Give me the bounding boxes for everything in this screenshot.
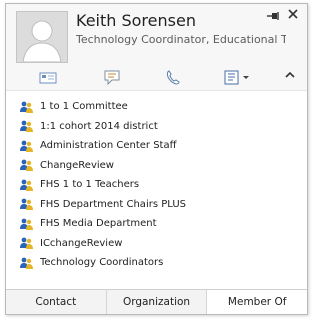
contact-card-icon[interactable] <box>224 70 252 86</box>
chat-icon[interactable] <box>104 70 120 86</box>
group-icon <box>20 179 33 191</box>
card-header: Keith Sorensen Technology Coordinator, E… <box>6 4 307 67</box>
tab-contact[interactable]: Contact <box>6 290 107 314</box>
avatar[interactable] <box>16 11 68 63</box>
group-icon <box>20 140 33 152</box>
group-icon <box>20 159 33 172</box>
pin-icon[interactable] <box>267 10 280 24</box>
chevron-up-icon[interactable] <box>285 69 295 82</box>
list-item[interactable]: FHS 1 to 1 Teachers <box>20 175 186 195</box>
list-item[interactable]: Administration Center Staff <box>20 136 186 156</box>
group-name: FHS 1 to 1 Teachers <box>40 179 140 191</box>
group-name: FHS Media Department <box>40 218 157 230</box>
email-icon[interactable] <box>39 70 57 86</box>
tab-member-of[interactable]: Member Of <box>207 290 308 314</box>
list-item[interactable]: ChangeReview <box>20 156 186 176</box>
group-icon <box>20 120 33 133</box>
list-item[interactable]: Technology Coordinators <box>20 253 186 273</box>
person-silhouette-icon <box>17 12 67 62</box>
group-name: Administration Center Staff <box>40 140 177 152</box>
contact-name: Keith Sorensen <box>76 11 196 30</box>
group-name: 1 to 1 Committee <box>40 101 128 113</box>
group-icon <box>20 101 33 113</box>
tab-organization[interactable]: Organization <box>107 290 208 314</box>
tab-bar: Contact Organization Member Of <box>6 289 308 314</box>
member-of-list: 1 to 1 Committee 1:1 cohort 2014 distric… <box>20 97 186 273</box>
list-item[interactable]: ICchangeReview <box>20 234 186 254</box>
group-icon <box>20 237 33 250</box>
group-name: FHS Department Chairs PLUS <box>40 198 186 210</box>
group-name: ICchangeReview <box>40 237 123 249</box>
close-icon[interactable] <box>288 8 298 23</box>
action-bar <box>6 67 307 91</box>
group-icon <box>20 257 33 269</box>
group-name: 1:1 cohort 2014 district <box>40 120 158 132</box>
group-icon <box>20 218 33 230</box>
list-item[interactable]: FHS Media Department <box>20 214 186 234</box>
contact-title: Technology Coordinator, Educational Tec.… <box>76 33 286 46</box>
phone-icon[interactable] <box>166 70 180 86</box>
contact-card: Keith Sorensen Technology Coordinator, E… <box>5 3 308 315</box>
list-item[interactable]: 1:1 cohort 2014 district <box>20 117 186 137</box>
group-name: ChangeReview <box>40 159 114 171</box>
group-icon <box>20 198 33 211</box>
group-name: Technology Coordinators <box>40 257 164 269</box>
list-item[interactable]: 1 to 1 Committee <box>20 97 186 117</box>
list-item[interactable]: FHS Department Chairs PLUS <box>20 195 186 215</box>
